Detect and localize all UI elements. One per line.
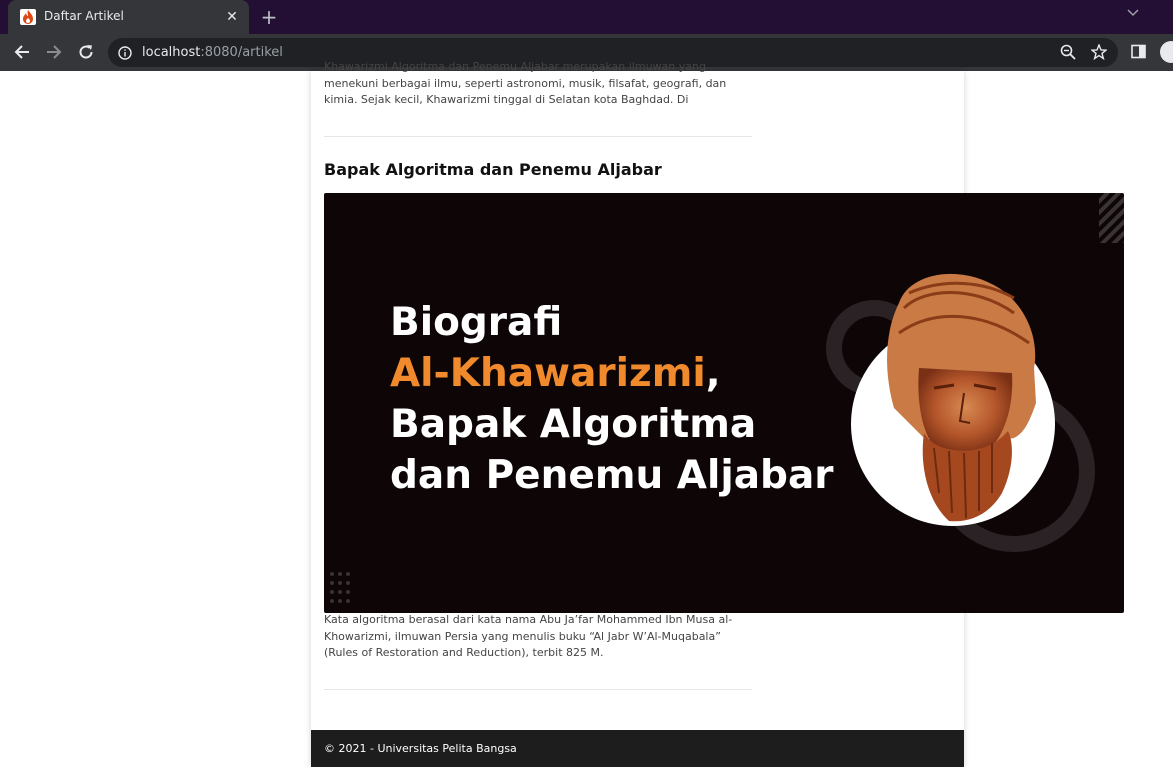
browser-tab-active[interactable]: Daftar Artikel ✕ — [8, 0, 249, 34]
banner-line-4: dan Penemu Aljabar — [390, 453, 834, 498]
footer-copyright: © 2021 - Universitas Pelita Bangsa — [324, 742, 517, 755]
back-arrow-icon[interactable] — [11, 41, 33, 63]
site-info-icon[interactable] — [118, 45, 132, 64]
article-title[interactable]: Bapak Algoritma dan Penemu Aljabar — [324, 160, 662, 179]
article-excerpt-previous: Khawarizmi Algoritma dan Penemu Aljabar … — [324, 60, 727, 106]
forward-arrow-icon[interactable] — [43, 41, 65, 63]
page-footer: © 2021 - Universitas Pelita Bangsa — [311, 730, 964, 767]
url-text[interactable]: localhost:8080/artikel — [142, 45, 283, 60]
browser-tab-strip: Daftar Artikel ✕ + — [0, 0, 1173, 34]
side-panel-icon[interactable] — [1131, 44, 1147, 64]
url-path: :8080/artikel — [200, 45, 283, 60]
tab-close-icon[interactable]: ✕ — [223, 8, 241, 26]
zoom-magnifier-icon[interactable] — [1060, 44, 1076, 64]
reload-icon[interactable] — [75, 41, 97, 63]
tab-title: Daftar Artikel — [44, 9, 124, 23]
codeigniter-favicon-icon — [20, 9, 36, 25]
banner-comma: , — [705, 351, 721, 396]
article-banner-image: Biografi Al-Khawarizmi, Bapak Algoritma … — [324, 193, 1124, 613]
banner-name-highlight: Al-Khawarizmi — [390, 351, 706, 396]
article-excerpt: Kata algoritma berasal dari kata nama Ab… — [324, 613, 733, 659]
banner-line-1: Biografi — [390, 300, 563, 345]
profile-avatar-icon[interactable] — [1160, 41, 1173, 63]
divider — [324, 136, 752, 137]
divider — [324, 689, 752, 690]
banner-line-2: Al-Khawarizmi, — [390, 348, 834, 399]
bookmark-star-icon[interactable] — [1090, 43, 1108, 64]
tab-search-chevron-icon[interactable] — [1127, 6, 1139, 20]
banner-line-3: Bapak Algoritma — [390, 402, 757, 447]
banner-headline: Biografi Al-Khawarizmi, Bapak Algoritma … — [390, 297, 834, 501]
url-host: localhost — [142, 45, 201, 60]
new-tab-plus-icon[interactable]: + — [258, 6, 280, 28]
